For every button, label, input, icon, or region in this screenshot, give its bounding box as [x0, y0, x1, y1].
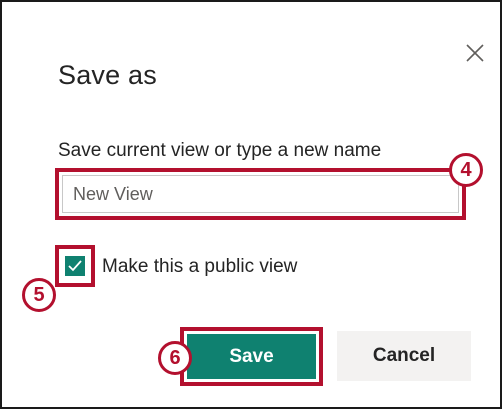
public-view-highlight [55, 245, 95, 287]
step-badge-4: 4 [449, 153, 483, 187]
dialog-title: Save as [58, 60, 157, 90]
save-highlight: Save [180, 327, 323, 386]
view-name-highlight [55, 168, 466, 220]
close-button[interactable] [462, 40, 488, 66]
save-as-dialog: Save as Save current view or type a new … [0, 0, 502, 409]
view-name-input[interactable] [62, 175, 459, 213]
public-view-label: Make this a public view [102, 256, 298, 277]
cancel-button[interactable]: Cancel [337, 331, 471, 381]
save-button[interactable]: Save [187, 334, 316, 379]
checkmark-icon [68, 260, 82, 272]
view-name-label: Save current view or type a new name [58, 140, 382, 161]
public-view-checkbox[interactable] [65, 256, 85, 276]
step-badge-6: 6 [158, 341, 192, 375]
step-badge-5: 5 [22, 278, 56, 312]
close-icon [466, 44, 484, 62]
